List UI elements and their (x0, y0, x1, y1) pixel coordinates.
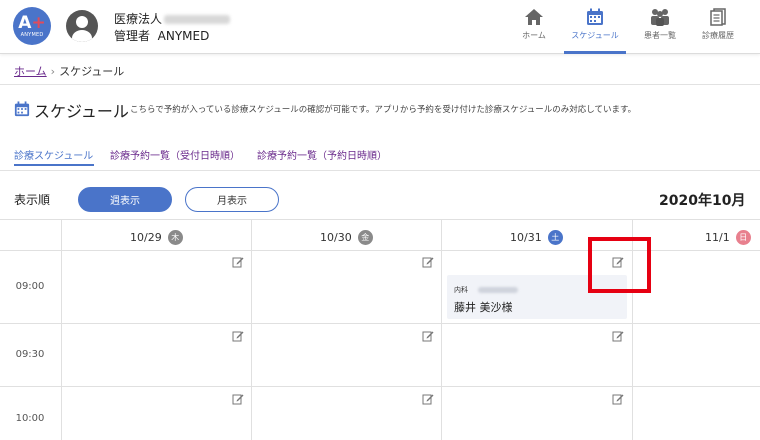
week-view-button[interactable]: 週表示 (78, 187, 172, 212)
grid-line (0, 323, 760, 324)
nav-home-label: ホーム (522, 31, 546, 40)
grid-line (0, 386, 760, 387)
anymed-logo[interactable]: A+ ANYMED (13, 7, 51, 45)
logo-mark-icon: A+ (18, 12, 46, 33)
user-avatar[interactable] (66, 10, 98, 42)
calendar-icon (14, 101, 30, 117)
day-header: 11/1 日 (705, 228, 751, 246)
user-name: ANYMED (157, 29, 210, 43)
nav-patients-label: 患者一覧 (644, 31, 676, 40)
time-label: 09:00 (15, 281, 45, 292)
month-view-button[interactable]: 月表示 (185, 187, 279, 212)
edit-icon[interactable] (612, 393, 624, 405)
edit-icon[interactable] (612, 330, 624, 342)
user-role: 管理者 (114, 29, 151, 43)
edit-icon[interactable] (422, 330, 434, 342)
edit-icon[interactable] (422, 393, 434, 405)
active-tab-indicator (14, 164, 94, 166)
breadcrumb-current: スケジュール (59, 65, 125, 78)
divider (0, 170, 760, 171)
tab-reservations-by-received[interactable]: 診療予約一覧（受付日時順） (110, 147, 240, 162)
highlight-box (588, 237, 651, 293)
redacted-text (478, 287, 518, 293)
appointment-department: 内科 (454, 285, 518, 295)
page-title: スケジュール (34, 102, 129, 121)
weekday-badge: 木 (167, 229, 183, 245)
breadcrumb: ホーム › スケジュール (14, 63, 124, 79)
grid-line (0, 219, 760, 220)
breadcrumb-home-link[interactable]: ホーム (14, 65, 47, 78)
edit-icon[interactable] (232, 330, 244, 342)
month-title: 2020年10月 (659, 193, 746, 209)
sort-label: 表示順 (14, 193, 51, 207)
day-date: 11/1 (705, 230, 730, 244)
weekday-badge: 日 (735, 229, 751, 245)
app-header: A+ ANYMED 医療法人 管理者 ANYMED ホーム スケジュール 患者一… (0, 0, 760, 54)
edit-icon[interactable] (422, 256, 434, 268)
history-icon (710, 8, 726, 26)
grid-line (61, 219, 62, 440)
edit-icon[interactable] (232, 256, 244, 268)
day-header: 10/30 金 (320, 228, 373, 246)
breadcrumb-separator: › (50, 65, 56, 78)
nav-home[interactable]: ホーム (512, 8, 556, 54)
appointment-patient-name: 藤井 美沙様 (454, 301, 513, 314)
logo-text: ANYMED (20, 31, 44, 38)
day-date: 10/29 (130, 230, 162, 244)
divider (0, 84, 760, 85)
org-name: 医療法人 (114, 10, 231, 27)
day-header: 10/31 土 (510, 228, 563, 246)
patients-icon (651, 9, 669, 26)
nav-schedule-label: スケジュール (571, 31, 619, 40)
day-date: 10/31 (510, 230, 542, 244)
weekday-badge: 土 (547, 229, 563, 245)
home-icon (525, 9, 543, 25)
edit-icon[interactable] (232, 393, 244, 405)
user-line: 管理者 ANYMED (114, 27, 209, 44)
tab-reservations-by-appointment[interactable]: 診療予約一覧（予約日時順） (257, 147, 387, 162)
grid-line (251, 219, 252, 440)
tab-schedule[interactable]: 診療スケジュール (14, 147, 93, 162)
nav-history[interactable]: 診療履歴 (694, 8, 742, 54)
nav-history-label: 診療履歴 (702, 31, 734, 40)
day-date: 10/30 (320, 230, 352, 244)
page-description: こちらで予約が入っている診療スケジュールの確認が可能です。アプリから予約を受け付… (130, 105, 637, 115)
time-label: 09:30 (15, 349, 45, 360)
nav-patients[interactable]: 患者一覧 (636, 8, 684, 54)
time-label: 10:00 (15, 413, 45, 424)
nav-schedule[interactable]: スケジュール (564, 8, 626, 54)
weekday-badge: 金 (357, 229, 373, 245)
day-header: 10/29 木 (130, 228, 183, 246)
calendar-icon (587, 8, 603, 25)
redacted-org-name (164, 15, 231, 24)
grid-line (441, 219, 442, 440)
